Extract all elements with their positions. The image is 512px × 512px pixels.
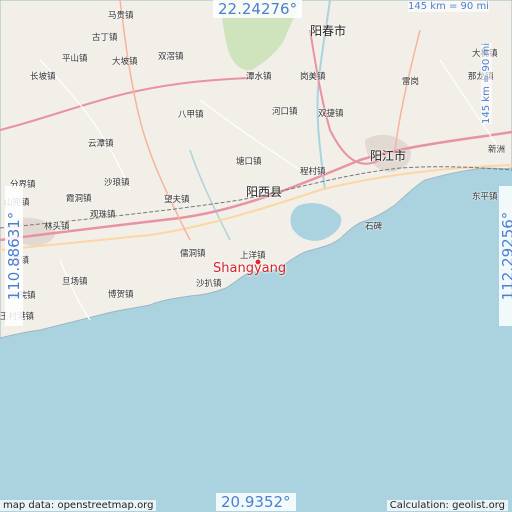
place-label: 平山镇 [62, 54, 88, 64]
place-label: 望夫镇 [164, 195, 190, 205]
inlet [340, 234, 362, 251]
latitude-top-label: 22.24276° [213, 0, 303, 18]
place-label: 云潭镇 [88, 139, 114, 149]
longitude-left-label: 110.88631° [5, 186, 23, 326]
place-label: 石碑 [365, 222, 383, 232]
place-label: 阳江市 [370, 149, 407, 163]
place-label: 沙扒镇 [196, 279, 222, 289]
place-label: 旦场镇 [62, 277, 88, 287]
place-label: 长坡镇 [30, 72, 56, 82]
place-label: 八甲镇 [178, 110, 204, 120]
scale-horizontal: 145 km = 90 mi [408, 1, 489, 12]
place-label: 塘口镇 [236, 157, 262, 167]
place-label: 马贵镇 [108, 11, 134, 21]
place-label: 儒洞镇 [180, 249, 206, 259]
place-label: 霞洞镇 [66, 194, 92, 204]
place-label: 岗美镇 [300, 72, 326, 82]
place-label: 新洲 [488, 145, 506, 155]
place-label: 东平镇 [472, 192, 498, 202]
latitude-bottom-label: 20.9352° [216, 493, 296, 511]
place-label: 古丁镇 [92, 33, 118, 43]
place-label: 阳西县 [246, 185, 283, 199]
place-label: 上洋镇 [240, 251, 266, 261]
place-label: 观珠镇 [90, 210, 116, 220]
place-label: 河口镇 [272, 107, 298, 117]
place-label: 博贺镇 [108, 290, 134, 300]
map-data-credit: map data: openstreetmap.org [0, 500, 157, 511]
place-label: 双捷镇 [318, 109, 344, 119]
place-label: 林头镇 [44, 222, 70, 232]
place-label: 沙琅镇 [104, 178, 130, 188]
location-marker-label: Shangyang [213, 261, 287, 276]
calculation-credit: Calculation: geolist.org [386, 500, 508, 511]
map-view[interactable]: 马贵镇 古丁镇 平山镇 大坡镇 双滘镇 长坡镇 阳春市 潭水镇 岗美镇 雷岗 大… [0, 0, 512, 512]
place-label: 大坡镇 [112, 57, 138, 67]
longitude-right-label: 112.29256° [499, 186, 512, 326]
scale-vertical: 145 km = 90 mi [480, 43, 492, 124]
place-label: 潭水镇 [246, 72, 272, 82]
place-label: 程村镇 [300, 167, 326, 177]
place-label: 双滘镇 [158, 52, 184, 62]
place-label: 阳春市 [310, 24, 347, 38]
place-label: 雷岗 [402, 77, 420, 87]
